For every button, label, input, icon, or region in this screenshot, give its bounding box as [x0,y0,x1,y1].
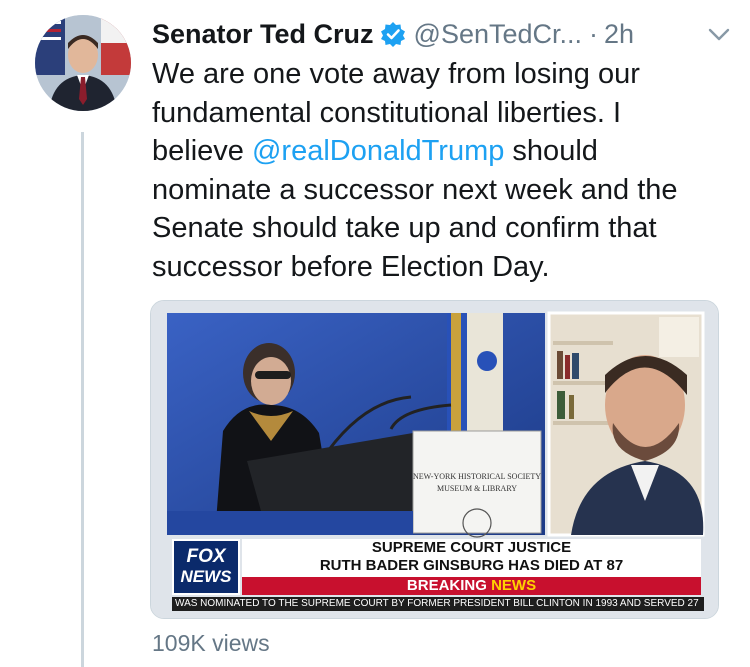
verified-badge-icon [380,21,406,47]
tweet-text-line: fundamental constitutional liberties. I [152,96,622,129]
breaking-news-bar: BREAKING NEWS [242,577,701,595]
headline-line2: RUTH BADER GINSBURG HAS DIED AT 87 [319,557,624,574]
headline-line1: SUPREME COURT JUSTICE [371,539,572,556]
chevron-down-icon[interactable] [706,24,732,44]
view-count: 109K views [152,630,270,656]
avatar-image [35,15,131,111]
fox-news-logo: FOX NEWS [172,539,240,595]
fox-logo-word: FOX [186,546,226,567]
tweet-text-fragment: believe [152,135,252,167]
tweet-text-line: We are one vote away from losing our [152,58,640,90]
tweet-text-line: Senate should take up and confirm that [152,212,657,244]
breaking-word: BREAKING [406,577,487,594]
tweet-header: Senator Ted Cruz @SenTedCr... · 2h [152,16,732,52]
podium-sign-line2: MUSEUM & LIBRARY [437,484,517,493]
tweet-text-fragment: should [504,135,598,167]
podium-sign-line1: NEW-YORK HISTORICAL SOCIETY [413,472,541,481]
news-word: NEWS [491,577,537,594]
separator-dot: · [589,18,599,49]
news-ticker: WAS NOMINATED TO THE SUPREME COURT BY FO… [172,597,704,611]
avatar[interactable] [35,15,131,111]
fox-logo-word: NEWS [180,567,232,586]
handle[interactable]: @SenTedCr... [414,19,583,50]
tweet-media[interactable]: NEW-YORK HISTORICAL SOCIETY MUSEUM & LIB… [150,300,719,619]
news-lower-third: FOX NEWS SUPREME COURT JUSTICE RUTH BADE… [151,533,718,618]
thread-line [81,132,84,667]
tweet-text-line: nominate a successor next week and the [152,173,678,206]
tweet-text-line: believe @realDonaldTrump should [152,132,737,171]
mention-link[interactable]: @realDonaldTrump [252,135,504,167]
news-headline: SUPREME COURT JUSTICE RUTH BADER GINSBUR… [242,539,701,577]
tweet-text: We are one vote away from losing our fun… [152,55,737,286]
display-name[interactable]: Senator Ted Cruz [152,19,374,50]
tweet-text-line: successor before Election Day. [152,250,550,283]
timestamp[interactable]: 2h [604,19,634,50]
